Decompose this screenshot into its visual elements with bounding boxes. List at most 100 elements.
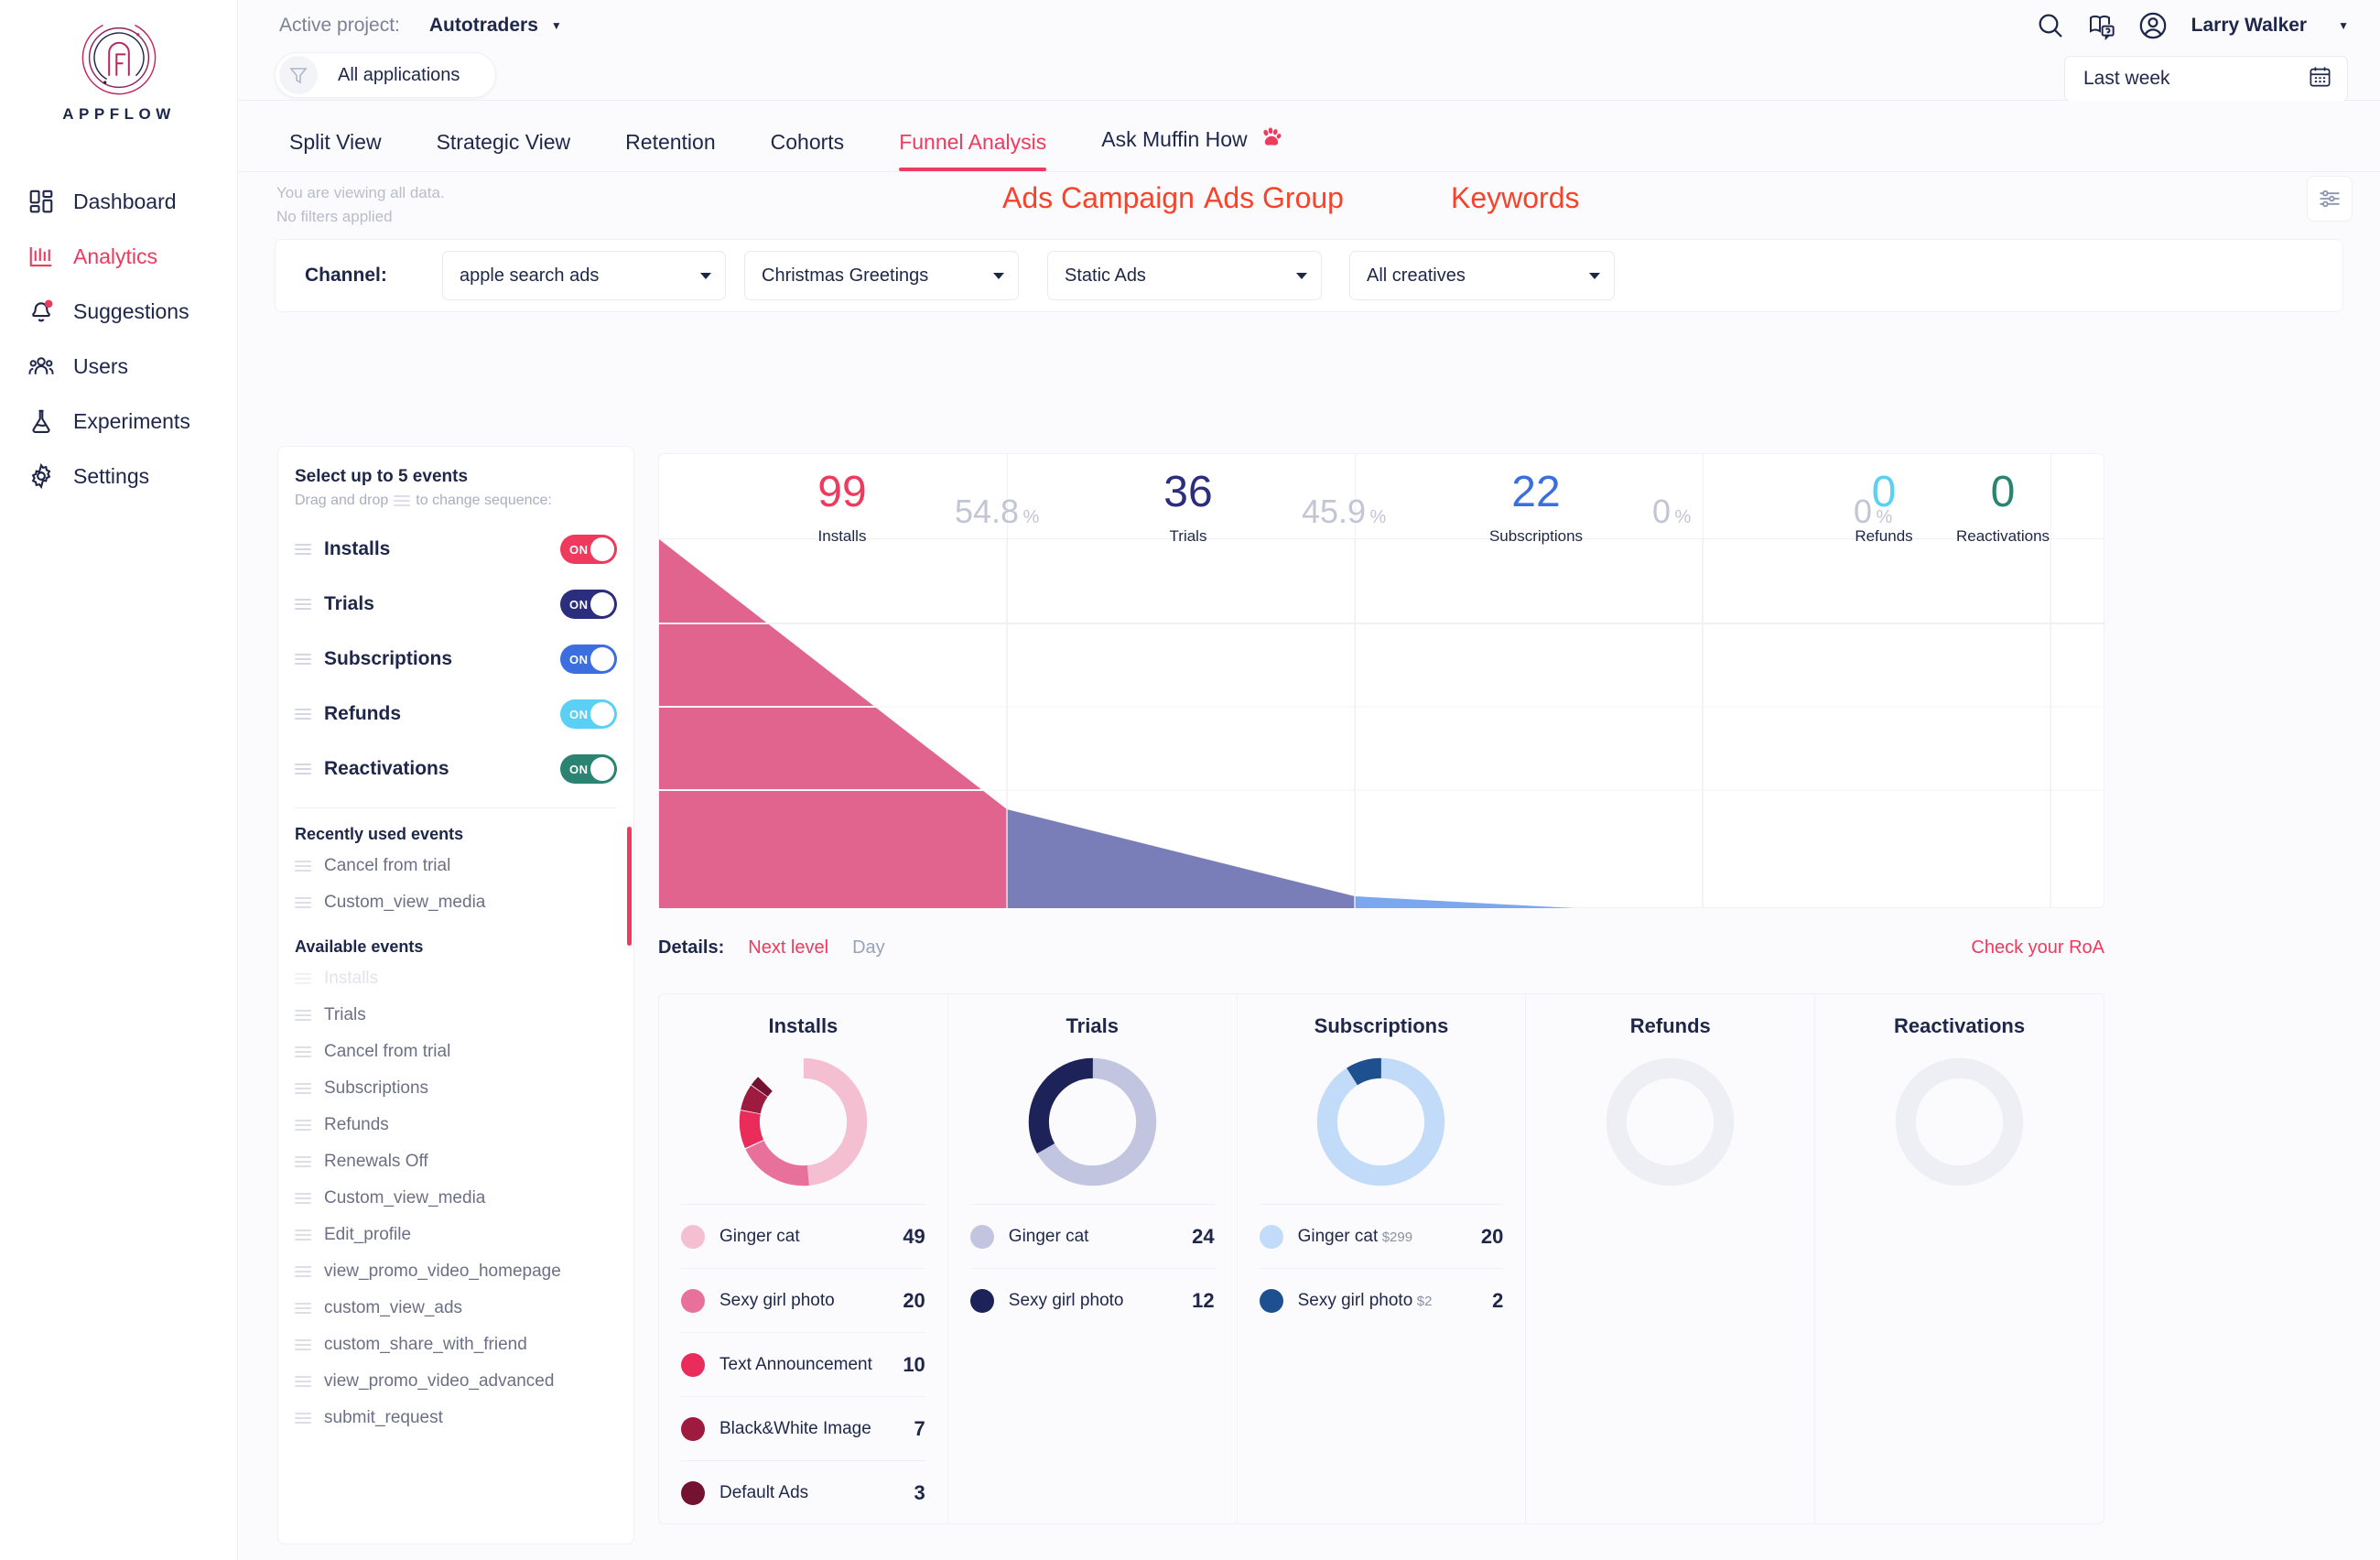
details-day-link[interactable]: Day [852,937,885,959]
drag-handle-icon[interactable] [295,1303,311,1314]
drag-handle-icon[interactable] [295,1230,311,1240]
list-item[interactable]: custom_share_with_friend [295,1327,617,1363]
tab-split-view[interactable]: Split View [289,130,382,171]
tab-label: Split View [289,130,382,154]
drag-handle-icon[interactable] [295,764,311,775]
tab-strategic-view[interactable]: Strategic View [437,130,571,171]
list-item[interactable]: Custom_view_media [295,884,617,921]
funnel-conversion-3: 0 % [1652,493,1691,531]
drag-handle-icon[interactable] [295,1266,311,1277]
drag-handle-icon[interactable] [295,599,311,610]
drag-handle-icon[interactable] [295,709,311,720]
drag-handle-icon[interactable] [295,1083,311,1094]
scrollbar-thumb[interactable] [627,827,632,946]
list-item[interactable]: Ginger cat $299 20 [1259,1204,1504,1268]
legend-text: Black&White Image [719,1419,914,1439]
drag-handle-icon[interactable] [295,897,311,908]
list-item[interactable]: Renewals Off [295,1143,617,1180]
search-icon[interactable] [2025,11,2076,40]
tab-retention[interactable]: Retention [625,130,715,171]
list-item[interactable]: Sexy girl photo 12 [969,1268,1215,1332]
sidebar-item-users[interactable]: Users [0,341,238,392]
channel-select[interactable]: apple search ads [442,251,726,300]
list-item[interactable]: Custom_view_media [295,1180,617,1217]
list-item[interactable]: Cancel from trial [295,848,617,884]
event-toggle-row: Refunds ON [295,687,617,742]
sidebar-item-dashboard[interactable]: Dashboard [0,176,238,227]
list-item[interactable]: custom_view_ads [295,1290,617,1327]
list-item[interactable]: Ginger cat 24 [969,1204,1215,1268]
date-range-picker[interactable]: Last week [2064,56,2348,102]
drag-handle-icon[interactable] [295,1376,311,1387]
sidebar-item-settings[interactable]: Settings [0,450,238,502]
details-next-level-link[interactable]: Next level [748,937,828,959]
list-item[interactable]: Sexy girl photo $2 2 [1259,1268,1504,1332]
drag-handle-icon[interactable] [295,544,311,555]
drag-handle-icon[interactable] [295,1193,311,1204]
sidebar-item-suggestions[interactable]: Suggestions [0,286,238,337]
tab-cohorts[interactable]: Cohorts [771,130,845,171]
panel-divider [295,807,617,808]
avatar[interactable] [2127,10,2179,41]
list-item[interactable]: Default Ads 3 [681,1460,925,1524]
ads-group-select[interactable]: Static Ads [1047,251,1322,300]
list-item[interactable]: Cancel from trial [295,1034,617,1070]
toggle-reactivations[interactable]: ON [560,754,617,784]
list-item[interactable]: Edit_profile [295,1217,617,1253]
user-name[interactable]: Larry Walker [2191,15,2307,37]
creatives-select[interactable]: All creatives [1349,251,1615,300]
percent-sign: % [1876,507,1893,527]
list-item[interactable]: view_promo_video_homepage [295,1253,617,1290]
chart-settings-button[interactable] [2307,176,2353,222]
gear-icon [20,462,62,490]
breakdown-cards: Installs Ginger cat 49 Sexy girl photo 2… [658,993,2104,1524]
list-item[interactable]: Subscriptions [295,1070,617,1107]
annotation-ads-group: Ads Group [1204,181,1344,214]
ads-campaign-select[interactable]: Christmas Greetings [744,251,1019,300]
tab-label: Retention [625,130,716,154]
toggle-trials[interactable]: ON [560,590,617,619]
legend-label: Sexy girl photo [1297,1290,1413,1310]
tab-ask-muffin-how[interactable]: Ask Muffin How [1101,125,1282,171]
drag-handle-icon[interactable] [295,1339,311,1350]
tab-funnel-analysis[interactable]: Funnel Analysis [899,130,1047,171]
legend-text: Sexy girl photo [719,1291,903,1311]
drag-handle-icon[interactable] [295,1010,311,1021]
app-logo[interactable]: APPFLOW [0,16,238,124]
drag-handle-icon[interactable] [295,1120,311,1131]
list-item[interactable]: Ginger cat 49 [681,1204,925,1268]
drag-handle-icon[interactable] [295,1046,311,1057]
list-item[interactable]: submit_request [295,1400,617,1436]
list-item[interactable]: Black&White Image 7 [681,1396,925,1460]
list-item[interactable]: Refunds [295,1107,617,1143]
sidebar-item-experiments[interactable]: Experiments [0,395,238,447]
chevron-down-icon[interactable]: ▼ [551,19,562,32]
bell-icon [20,298,62,325]
drag-handle-icon[interactable] [295,861,311,872]
toggle-subscriptions[interactable]: ON [560,645,617,674]
list-item[interactable]: Text Announcement 10 [681,1332,925,1396]
check-roa-link[interactable]: Check your RoA [1971,937,2104,959]
drag-handle-icon[interactable] [295,1413,311,1424]
card-title: Refunds [1629,1014,1711,1037]
drag-handle-icon[interactable] [295,1156,311,1167]
all-applications-filter[interactable]: All applications [275,52,496,98]
toggle-refunds[interactable]: ON [560,699,617,729]
list-item[interactable]: Trials [295,997,617,1034]
event-toggle-row: Reactivations ON [295,742,617,796]
list-item[interactable]: view_promo_video_advanced [295,1363,617,1400]
drag-handle-icon[interactable] [295,654,311,665]
toggle-installs[interactable]: ON [560,535,617,564]
legend-value: 3 [914,1480,925,1504]
card-refunds: Refunds [1526,994,1816,1523]
chevron-down-icon[interactable]: ▼ [2338,19,2349,32]
active-project-value[interactable]: Autotraders [429,15,538,37]
event-name: Subscriptions [324,1078,429,1098]
legend-subscriptions: Ginger cat $299 20 Sexy girl photo $2 2 [1259,1204,1504,1332]
sidebar-item-analytics[interactable]: Analytics [0,231,238,282]
list-item[interactable]: Sexy girl photo 20 [681,1268,925,1332]
chevron-down-icon [700,272,711,279]
help-guide-icon[interactable] [2076,11,2127,40]
list-item: Installs [295,960,617,997]
funnel-stat-subscriptions: 22 Subscriptions [1454,471,1618,546]
